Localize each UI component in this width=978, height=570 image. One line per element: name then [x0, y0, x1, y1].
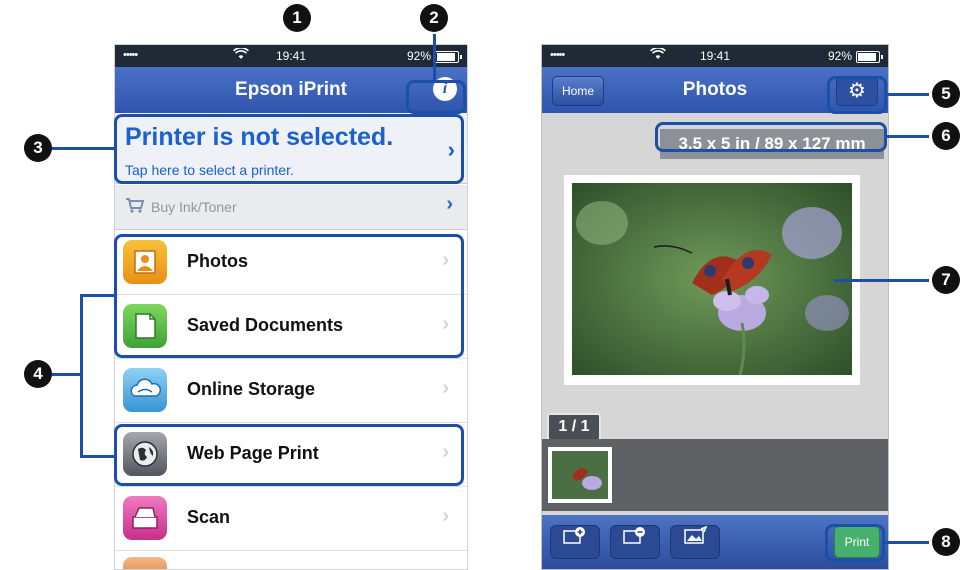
battery-icon	[435, 51, 462, 63]
status-bar: ••••• 19:41 92%	[115, 45, 467, 67]
callout-bracket-4	[80, 294, 83, 458]
menu-item-icon	[123, 557, 167, 569]
photo-preview	[572, 183, 852, 375]
scanner-icon	[123, 496, 167, 540]
zoom-in-icon[interactable]	[550, 525, 600, 559]
callout-1: 1	[283, 4, 311, 32]
photo-thumbnail[interactable]	[548, 447, 612, 503]
highlight-photos-documents	[114, 234, 464, 358]
callout-bracket-4-top	[80, 294, 114, 297]
callout-4: 4	[24, 360, 52, 388]
menu-item-scan[interactable]: Scan ›	[115, 487, 467, 551]
page-count: 1 / 1	[547, 413, 601, 441]
callout-line-7	[834, 279, 929, 282]
highlight-paper-size	[655, 122, 887, 152]
callout-line-4	[52, 373, 80, 376]
battery-icon	[856, 51, 883, 63]
highlight-info	[406, 80, 466, 114]
zoom-out-icon[interactable]	[610, 525, 660, 559]
callout-2: 2	[420, 4, 448, 32]
callout-bracket-4-bottom	[80, 455, 114, 458]
menu-item-label: Scan	[187, 507, 231, 527]
highlight-print	[825, 524, 885, 562]
buy-ink-toner-label: Buy Ink/Toner	[151, 199, 237, 215]
callout-line-3	[52, 147, 114, 150]
edit-image-icon[interactable]	[670, 525, 720, 559]
battery-percent: 92%	[406, 49, 431, 63]
highlight-web-page-print	[114, 424, 464, 486]
callout-3: 3	[24, 134, 52, 162]
chevron-right-icon: ›	[446, 193, 453, 215]
thumbnail-strip	[542, 439, 888, 511]
callout-7: 7	[932, 266, 960, 294]
highlight-settings	[827, 76, 887, 114]
battery-percent: 92%	[827, 49, 852, 63]
thumbnail-image	[552, 451, 608, 499]
callout-8: 8	[932, 528, 960, 556]
callout-6: 6	[932, 122, 960, 150]
menu-item-next	[115, 551, 467, 569]
menu-item-online-storage[interactable]: Online Storage ›	[115, 359, 467, 423]
buy-ink-toner-row[interactable]: Buy Ink/Toner ›	[115, 185, 467, 230]
callout-line-8	[885, 541, 929, 544]
print-preview[interactable]	[564, 175, 860, 385]
chevron-right-icon: ›	[442, 377, 449, 399]
callout-5: 5	[932, 80, 960, 108]
chevron-right-icon: ›	[442, 505, 449, 527]
highlight-printer-select	[114, 114, 464, 184]
cart-icon	[125, 197, 145, 216]
cloud-icon	[123, 368, 167, 412]
callout-line-5	[887, 93, 929, 96]
status-bar: ••••• 19:41 92%	[542, 45, 888, 67]
callout-line-2	[433, 34, 436, 80]
menu-item-label: Online Storage	[187, 379, 316, 399]
callout-line-6	[887, 135, 929, 138]
